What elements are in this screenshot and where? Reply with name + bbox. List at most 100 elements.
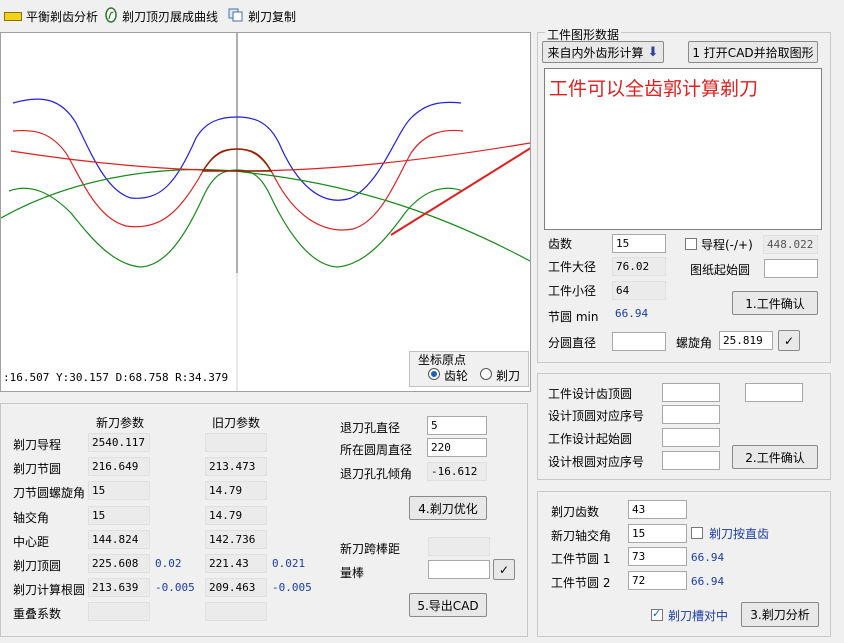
toolbar-label: 平衡剃齿分析 [26, 9, 99, 24]
origin-cutter-label: 剃刀 [496, 369, 521, 383]
span-label: 新刀跨棒距 [340, 542, 401, 556]
lead-checkbox[interactable] [685, 238, 697, 250]
param-new-value: 216.649 [88, 457, 150, 476]
param-label: 剃刀计算根圆 [13, 583, 86, 597]
slot-center-label: 剃刀槽对中 [668, 609, 729, 623]
ref-dia-input[interactable] [612, 332, 666, 351]
old-params-header: 旧刀参数 [212, 416, 261, 430]
origin-cutter-radio[interactable] [480, 368, 492, 380]
design-tip-circle-input-1[interactable] [662, 383, 720, 402]
export-cad-button[interactable]: 5.导出CAD [409, 593, 487, 617]
pitch-circle-1-input[interactable]: 73 [628, 547, 687, 566]
curve-icon [104, 6, 118, 26]
helix-angle-input[interactable]: 25.819 [719, 331, 773, 350]
design-tip-circle-input-2[interactable] [745, 383, 803, 402]
param-label: 中心距 [13, 535, 50, 549]
design-tip-seq-input[interactable] [662, 405, 720, 424]
hole-circle-label: 所在圆周直径 [340, 443, 413, 457]
hole-dia-label: 退刀孔直径 [340, 421, 401, 435]
helix-angle-label: 螺旋角 [676, 336, 713, 350]
checkmark-icon: ✓ [498, 562, 510, 577]
toolbar-label: 剃刀复制 [248, 9, 297, 24]
param-label: 轴交角 [13, 511, 50, 525]
param-new-value [88, 602, 150, 621]
hole-circle-input[interactable]: 220 [427, 438, 487, 457]
profile-plot[interactable]: :16.507 Y:30.157 D:68.758 R:34.379 坐标原点 … [0, 32, 531, 392]
param-label: 剃刀节圆 [13, 462, 62, 476]
param-new-value: 225.608 [88, 554, 150, 573]
open-cad-button[interactable]: 1 打开CAD并拾取图形 [688, 41, 818, 63]
slot-center-checkbox[interactable] [651, 607, 663, 621]
param-new-value: 213.639 [88, 578, 150, 597]
ref-dia-label: 分圆直径 [548, 336, 597, 350]
design-root-seq-input[interactable] [662, 451, 720, 470]
straight-tooth-label: 剃刀按直齿 [709, 527, 770, 541]
param-label: 剃刀顶圆 [13, 559, 62, 573]
param-old-delta: -0.005 [272, 581, 312, 594]
param-new-value: 2540.117 [88, 433, 150, 452]
param-label: 重叠系数 [13, 607, 62, 621]
down-arrow-icon: ⬇ [647, 44, 659, 60]
span-value [428, 537, 490, 556]
pitch-circle-1-extra: 66.94 [691, 551, 725, 564]
calc-from-profile-button[interactable]: 来自内外齿形计算 ⬇ [542, 41, 664, 63]
green-arc [1, 168, 530, 262]
new-axis-angle-input[interactable]: 15 [628, 524, 687, 543]
minor-dia-value: 64 [612, 281, 666, 300]
workpiece-confirm-1-button[interactable]: 1.工件确认 [732, 291, 818, 315]
cutter-teeth-label: 剃刀齿数 [551, 505, 600, 519]
param-label: 刀节圆螺旋角 [13, 486, 86, 500]
new-params-header: 新刀参数 [96, 416, 145, 430]
major-dia-label: 工件大径 [548, 260, 597, 274]
new-axis-angle-label: 新刀轴交角 [551, 529, 612, 543]
hole-dia-input[interactable]: 5 [427, 416, 487, 435]
pitch-circle-2-input[interactable]: 72 [628, 571, 687, 590]
teeth-input[interactable]: 15 [612, 234, 666, 253]
param-old-value: 14.79 [205, 481, 267, 500]
straight-tooth-checkbox[interactable] [691, 527, 703, 539]
cutter-analysis-button[interactable]: 3.剃刀分析 [741, 602, 819, 627]
cutter-optimize-button[interactable]: 4.剃刀优化 [409, 496, 487, 520]
pin-check-button[interactable]: ✓ [493, 559, 515, 580]
drawing-start-input[interactable] [764, 259, 818, 278]
param-new-delta: -0.005 [155, 581, 195, 594]
design-start-circle-label: 工作设计起始圆 [548, 432, 633, 446]
origin-gear-label: 齿轮 [444, 369, 469, 383]
origin-group-label: 坐标原点 [418, 353, 467, 367]
drawing-start-label: 图纸起始圆 [690, 263, 751, 277]
pitch-circle-1-label: 工件节圆 1 [551, 552, 611, 566]
param-old-value: 213.473 [205, 457, 267, 476]
lead-value: 448.022 [763, 235, 818, 254]
shape-data-textarea[interactable]: 工件可以全齿郭计算剃刀 [544, 68, 822, 230]
param-old-value: 14.79 [205, 506, 267, 525]
pitch-circle-2-label: 工件节圆 2 [551, 576, 611, 590]
origin-group: 坐标原点 齿轮 剃刀 [409, 351, 529, 387]
param-old-value [205, 433, 267, 452]
cutter-teeth-input[interactable]: 43 [628, 500, 687, 519]
annotation-arrow-line [390, 147, 530, 236]
param-label: 剃刀导程 [13, 438, 62, 452]
param-old-value: 221.43 [205, 554, 267, 573]
design-start-circle-input[interactable] [662, 428, 720, 447]
minor-dia-label: 工件小径 [548, 284, 597, 298]
annotation-text: 工件可以全齿郭计算剃刀 [549, 78, 759, 100]
pin-input[interactable] [428, 560, 490, 579]
param-old-delta: 0.021 [272, 557, 306, 570]
pin-label: 量棒 [340, 566, 365, 580]
major-dia-value: 76.02 [612, 257, 666, 276]
toolbar-copy-cutter[interactable]: 剃刀复制 [228, 7, 296, 25]
param-new-value: 144.824 [88, 530, 150, 549]
origin-gear-radio[interactable] [428, 368, 440, 380]
toolbar-balance-analysis[interactable]: 平衡剃齿分析 [4, 7, 98, 25]
teeth-label: 齿数 [548, 237, 573, 251]
param-old-value: 209.463 [205, 578, 267, 597]
copy-icon [228, 8, 244, 25]
helix-check-button[interactable]: ✓ [778, 330, 800, 351]
design-root-seq-label: 设计根圆对应序号 [548, 455, 645, 469]
toolbar-generating-curve[interactable]: 剃刀顶刃展成曲线 [104, 6, 218, 26]
workpiece-confirm-2-button[interactable]: 2.工件确认 [732, 445, 818, 469]
yellow-bar-icon [4, 11, 22, 21]
hole-angle-value: -16.612 [427, 462, 487, 481]
pitch-min-label: 节圆 min [548, 310, 599, 324]
hole-angle-label: 退刀孔孔倾角 [340, 467, 413, 481]
